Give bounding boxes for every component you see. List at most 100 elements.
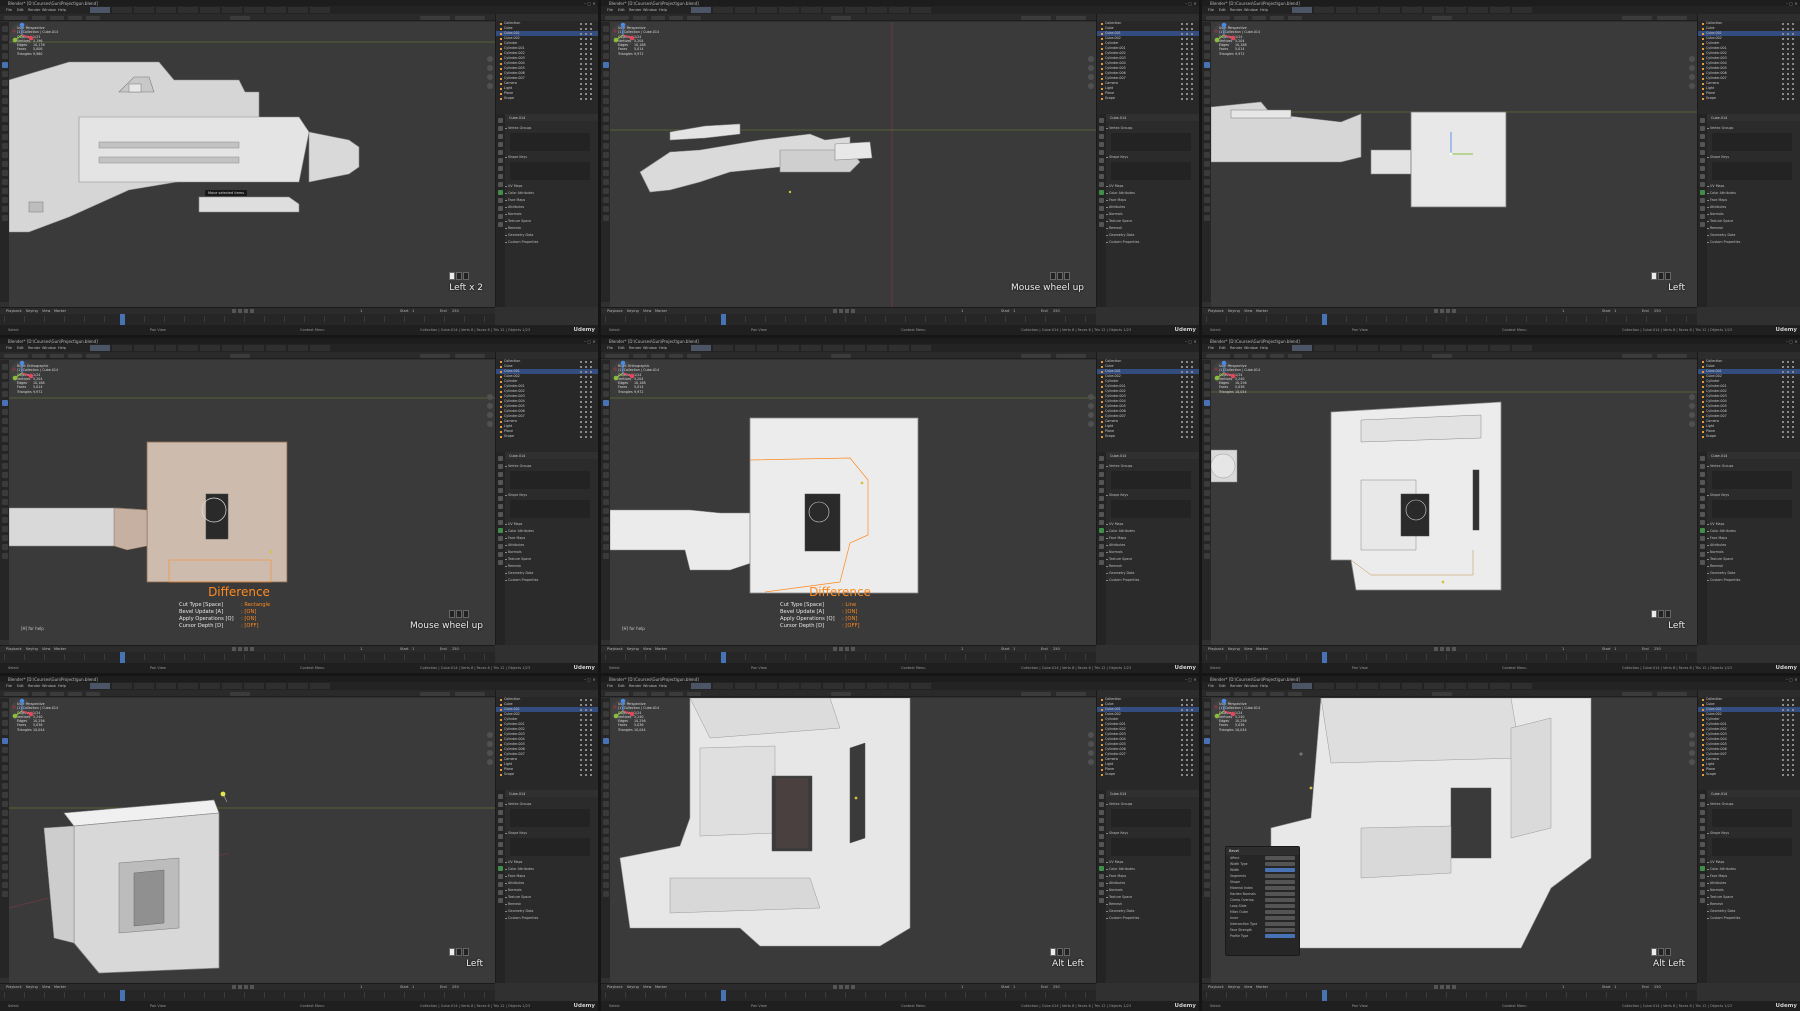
property-tab-icon[interactable] [1099,512,1104,517]
tool-button[interactable] [602,80,609,86]
current-frame[interactable]: 1 [961,647,963,651]
menu-render[interactable]: Render [1230,684,1242,688]
tool-button[interactable] [1203,188,1210,194]
visibility-icons[interactable] [1782,77,1796,80]
tool-button[interactable] [1203,134,1210,140]
timeline[interactable]: Playback Keying View Marker 1 Start 1 En… [1202,307,1697,326]
tool-button[interactable] [602,206,609,212]
tool-button[interactable] [1,206,8,212]
visibility-icons[interactable] [580,380,594,383]
jump-start-icon[interactable] [833,309,837,313]
visibility-icons[interactable] [1782,27,1796,30]
property-tab-icon[interactable] [1099,898,1104,903]
tool-button[interactable] [602,463,609,469]
tab-layout[interactable] [691,683,711,689]
properties-section[interactable]: Color Attributes [505,529,595,534]
visibility-icons[interactable] [1181,77,1195,80]
play-reverse-icon[interactable] [238,985,242,989]
visibility-icons[interactable] [1782,768,1796,771]
tool-button[interactable] [602,373,609,379]
list-box[interactable] [1111,500,1191,518]
select-menu[interactable] [50,15,64,20]
visibility-icons[interactable] [1181,360,1195,363]
playback-menu[interactable]: Playback [1208,985,1224,989]
pan-hand-icon[interactable] [487,403,493,409]
property-tab-icon[interactable] [498,206,503,211]
select-menu[interactable] [651,691,665,696]
properties-section[interactable]: Color Attributes [1707,191,1797,196]
properties-editor[interactable]: Cube.014 Vertex Groups Shape Keys UV Maps C… [495,790,598,983]
timeline[interactable]: Playback Keying View Marker 1 Start 1 En… [601,645,1096,664]
visibility-icons[interactable] [1782,400,1796,403]
tool-button[interactable] [602,125,609,131]
property-tab-icon[interactable] [1700,480,1705,485]
visibility-icons[interactable] [1782,360,1796,363]
properties-editor[interactable]: Cube.014 Vertex Groups Shape Keys UV Maps C… [495,452,598,645]
redo-option-field[interactable] [1265,904,1295,908]
visibility-icons[interactable] [1181,763,1195,766]
properties-section[interactable]: UV Maps [505,522,595,527]
property-tab-icon[interactable] [1700,198,1705,203]
properties-section[interactable]: Geometry Data [505,909,595,914]
pan-hand-icon[interactable] [1689,65,1695,71]
menu-window[interactable]: Window [1244,8,1258,12]
outliner-item[interactable]: Scope [496,772,598,777]
properties-section[interactable]: Texture Space [505,557,595,562]
tool-button[interactable] [602,436,609,442]
outliner-item[interactable]: Scope [1097,434,1199,439]
play-reverse-icon[interactable] [1440,647,1444,651]
tool-button[interactable] [1,382,8,388]
property-tab-icon[interactable] [1099,480,1104,485]
play-reverse-icon[interactable] [839,985,843,989]
current-frame[interactable]: 1 [360,647,362,651]
property-tab-icon[interactable] [1099,504,1104,509]
tool-button[interactable] [602,729,609,735]
tool-button[interactable] [1203,553,1210,559]
timeline-view-menu[interactable]: View [643,985,651,989]
zoom-icon[interactable] [487,732,493,738]
property-tab-icon[interactable] [498,520,503,525]
outliner-item[interactable]: Scope [1097,96,1199,101]
properties-section[interactable]: Color Attributes [1106,529,1196,534]
property-tab-icon[interactable] [1099,190,1104,195]
properties-section[interactable]: Geometry Data [1707,909,1797,914]
tool-button[interactable] [602,873,609,879]
playback-menu[interactable]: Playback [1208,309,1224,313]
keying-menu[interactable]: Keying [26,985,38,989]
visibility-icons[interactable] [1181,395,1195,398]
property-tab-icon[interactable] [498,850,503,855]
visibility-icons[interactable] [1782,97,1796,100]
visibility-icons[interactable] [1782,72,1796,75]
visibility-icons[interactable] [1782,733,1796,736]
object-menu[interactable] [687,15,701,20]
visibility-icons[interactable] [580,703,594,706]
visibility-icons[interactable] [1782,748,1796,751]
redo-option[interactable]: Profile Type [1226,933,1299,939]
visibility-icons[interactable] [580,360,594,363]
properties-section[interactable]: UV Maps [1707,860,1797,865]
tool-button[interactable] [1203,837,1210,843]
property-tab-icon[interactable] [1700,496,1705,501]
properties-section[interactable]: Remesh [1707,226,1797,231]
end-frame[interactable]: 250 [1053,647,1060,651]
visibility-icons[interactable] [580,67,594,70]
play-reverse-icon[interactable] [238,309,242,313]
property-tab-icon[interactable] [1099,810,1104,815]
tool-button[interactable] [1,801,8,807]
mode-dropdown[interactable] [4,15,28,20]
tool-button[interactable] [1203,125,1210,131]
properties-tabs[interactable] [1097,452,1106,645]
menu-file[interactable]: File [607,8,613,12]
list-box[interactable] [1712,133,1792,151]
properties-section[interactable]: Color Attributes [1106,867,1196,872]
play-reverse-icon[interactable] [839,309,843,313]
tool-button[interactable] [1,53,8,59]
play-icon[interactable] [845,647,849,651]
tool-button[interactable] [1203,846,1210,852]
window-controls[interactable]: – ▢ ✕ [584,339,596,344]
end-frame[interactable]: 250 [452,309,459,313]
visibility-icons[interactable] [580,435,594,438]
shading-buttons[interactable] [1021,353,1051,358]
tool-button[interactable] [602,819,609,825]
workspace-tabs[interactable] [691,683,931,689]
